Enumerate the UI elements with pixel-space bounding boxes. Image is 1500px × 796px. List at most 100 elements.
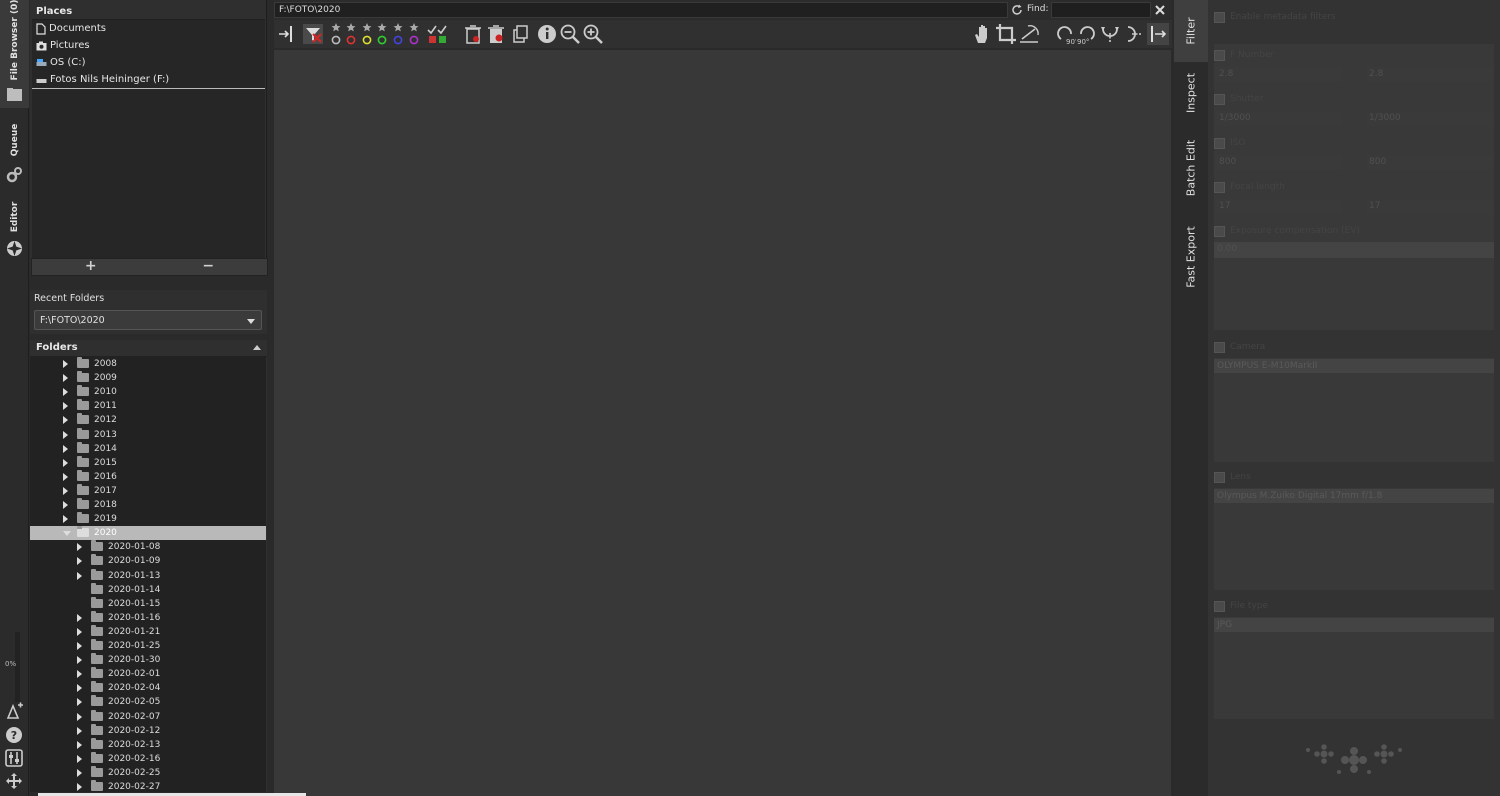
folder-row[interactable]: 2014 bbox=[30, 441, 266, 456]
collapsed-arrow-icon[interactable] bbox=[77, 684, 82, 693]
folder-row[interactable]: 2020-02-07 bbox=[30, 709, 266, 724]
folder-row[interactable]: 2018 bbox=[30, 498, 266, 512]
flip-horizontal-icon[interactable] bbox=[1099, 23, 1121, 45]
folder-row[interactable]: 2020-02-25 bbox=[30, 765, 266, 780]
collapsed-arrow-icon[interactable] bbox=[77, 642, 82, 650]
folder-row[interactable]: 2017 bbox=[30, 483, 266, 498]
remove-place-button[interactable]: − bbox=[150, 259, 268, 275]
collapsed-arrow-icon[interactable] bbox=[63, 458, 68, 467]
crop-icon[interactable] bbox=[995, 23, 1017, 45]
place-drive-f[interactable]: Fotos Nils Heininger (F:) bbox=[32, 71, 265, 89]
folder-row[interactable]: 2009 bbox=[30, 371, 266, 385]
collapsed-arrow-icon[interactable] bbox=[77, 712, 82, 721]
collapsed-arrow-icon[interactable] bbox=[63, 472, 68, 481]
expanded-arrow-icon[interactable] bbox=[63, 531, 71, 537]
collapsed-arrow-icon[interactable] bbox=[77, 783, 82, 791]
close-icon[interactable] bbox=[1155, 5, 1165, 15]
trash-icon[interactable] bbox=[485, 23, 507, 45]
folder-row[interactable]: 2020-01-30 bbox=[30, 653, 266, 667]
camera-list[interactable] bbox=[1214, 358, 1494, 462]
lens-list[interactable] bbox=[1214, 488, 1494, 590]
camera-checkbox[interactable] bbox=[1214, 342, 1225, 353]
refresh-icon[interactable] bbox=[1011, 4, 1023, 16]
collapsed-arrow-icon[interactable] bbox=[77, 656, 82, 665]
trash-filter-icon[interactable] bbox=[462, 23, 484, 45]
collapsed-arrow-icon[interactable] bbox=[63, 374, 68, 383]
focal-to-input[interactable]: 17 bbox=[1366, 199, 1492, 214]
tab-fast-export[interactable]: Fast Export bbox=[1174, 212, 1208, 302]
path-input[interactable]: F:\FOTO\2020 bbox=[274, 2, 1008, 18]
straighten-icon[interactable] bbox=[1018, 23, 1040, 45]
folder-row[interactable]: 2020-01-08 bbox=[30, 540, 266, 554]
copy-icon[interactable] bbox=[509, 23, 531, 45]
folder-row[interactable]: 2020-02-27 bbox=[30, 780, 266, 792]
iso-checkbox[interactable] bbox=[1214, 138, 1225, 149]
folder-row[interactable]: 2020-02-16 bbox=[30, 751, 266, 766]
folder-row[interactable]: 2020-02-13 bbox=[30, 737, 266, 752]
folder-row[interactable]: 2020-01-16 bbox=[30, 610, 266, 625]
filetype-list[interactable] bbox=[1214, 617, 1494, 719]
folder-row[interactable]: 2020-02-01 bbox=[30, 667, 266, 681]
expcomp-checkbox[interactable] bbox=[1214, 226, 1225, 237]
shutter-checkbox[interactable] bbox=[1214, 94, 1225, 105]
expcomp-list[interactable]: 0.00 bbox=[1214, 242, 1494, 258]
iso-from-input[interactable]: 800 bbox=[1216, 155, 1342, 170]
place-drive-c[interactable]: OS (C:) bbox=[32, 54, 265, 71]
collapsed-arrow-icon[interactable] bbox=[77, 627, 82, 636]
folder-row[interactable]: 2020-01-14 bbox=[30, 582, 266, 597]
tab-filter[interactable]: Filter bbox=[1174, 0, 1208, 62]
folder-row[interactable]: 2008 bbox=[30, 357, 266, 371]
enable-filters-checkbox[interactable] bbox=[1214, 12, 1225, 23]
folder-row[interactable]: 2013 bbox=[30, 427, 266, 442]
focal-checkbox[interactable] bbox=[1214, 182, 1225, 193]
collapsed-arrow-icon[interactable] bbox=[77, 670, 82, 679]
move-icon[interactable] bbox=[5, 772, 23, 790]
collapsed-arrow-icon[interactable] bbox=[77, 768, 82, 777]
filter-reset-icon[interactable] bbox=[302, 23, 324, 45]
filetype-checkbox[interactable] bbox=[1214, 601, 1225, 612]
lens-list-item[interactable]: Olympus M.Zuiko Digital 17mm f/1.8 bbox=[1214, 489, 1494, 503]
collapsed-arrow-icon[interactable] bbox=[63, 388, 68, 397]
filetype-list-item[interactable]: JPG bbox=[1214, 618, 1494, 632]
folder-row[interactable]: 2011 bbox=[30, 399, 266, 413]
collapsed-arrow-icon[interactable] bbox=[63, 402, 68, 411]
hand-tool-icon[interactable] bbox=[971, 23, 993, 45]
place-documents[interactable]: Documents bbox=[32, 20, 265, 37]
tab-inspect[interactable]: Inspect bbox=[1174, 62, 1208, 124]
shutter-from-input[interactable]: 1/3000 bbox=[1216, 111, 1342, 126]
edited-filter-icon[interactable] bbox=[426, 23, 448, 45]
collapsed-arrow-icon[interactable] bbox=[77, 557, 82, 566]
collapsed-arrow-icon[interactable] bbox=[77, 740, 82, 749]
folder-row[interactable]: 2016 bbox=[30, 469, 266, 484]
collapsed-arrow-icon[interactable] bbox=[63, 515, 68, 524]
folder-row[interactable]: 2020-01-15 bbox=[30, 596, 266, 611]
hide-left-panel-icon[interactable] bbox=[276, 23, 298, 45]
rotate-right-icon[interactable]: 90° bbox=[1076, 23, 1098, 45]
folder-row[interactable]: 2020-02-05 bbox=[30, 695, 266, 709]
recent-folders-dropdown[interactable]: F:\FOTO\2020 bbox=[34, 310, 262, 330]
folders-header[interactable]: Folders bbox=[30, 340, 267, 357]
tab-file-browser[interactable]: File Browser (0) bbox=[0, 0, 29, 108]
camera-list-item[interactable]: OLYMPUS E-M10MarkII bbox=[1214, 359, 1494, 373]
folder-row[interactable]: 2020-01-25 bbox=[30, 639, 266, 653]
rating-and-color-filter-icons[interactable] bbox=[330, 22, 424, 46]
folder-row[interactable]: 2020 bbox=[30, 526, 266, 541]
collapsed-arrow-icon[interactable] bbox=[63, 416, 68, 425]
collapsed-arrow-icon[interactable] bbox=[63, 501, 68, 509]
folder-row[interactable]: 2020-01-21 bbox=[30, 624, 266, 639]
help-icon[interactable]: ? bbox=[5, 726, 23, 744]
collapsed-arrow-icon[interactable] bbox=[77, 571, 82, 580]
folder-row[interactable]: 2020-01-13 bbox=[30, 568, 266, 583]
hide-right-panel-icon[interactable] bbox=[1147, 23, 1169, 45]
add-place-button[interactable]: + bbox=[32, 259, 150, 275]
tab-batch-edit[interactable]: Batch Edit bbox=[1174, 124, 1208, 212]
info-icon[interactable] bbox=[536, 23, 558, 45]
lens-checkbox[interactable] bbox=[1214, 472, 1225, 483]
shutter-to-input[interactable]: 1/3000 bbox=[1366, 111, 1492, 126]
collapsed-arrow-icon[interactable] bbox=[77, 543, 82, 552]
folder-row[interactable]: 2020-02-12 bbox=[30, 723, 266, 738]
collapsed-arrow-icon[interactable] bbox=[63, 430, 68, 439]
flip-vertical-icon[interactable] bbox=[1122, 23, 1144, 45]
collapsed-arrow-icon[interactable] bbox=[77, 754, 82, 763]
zoom-out-icon[interactable] bbox=[559, 23, 581, 45]
